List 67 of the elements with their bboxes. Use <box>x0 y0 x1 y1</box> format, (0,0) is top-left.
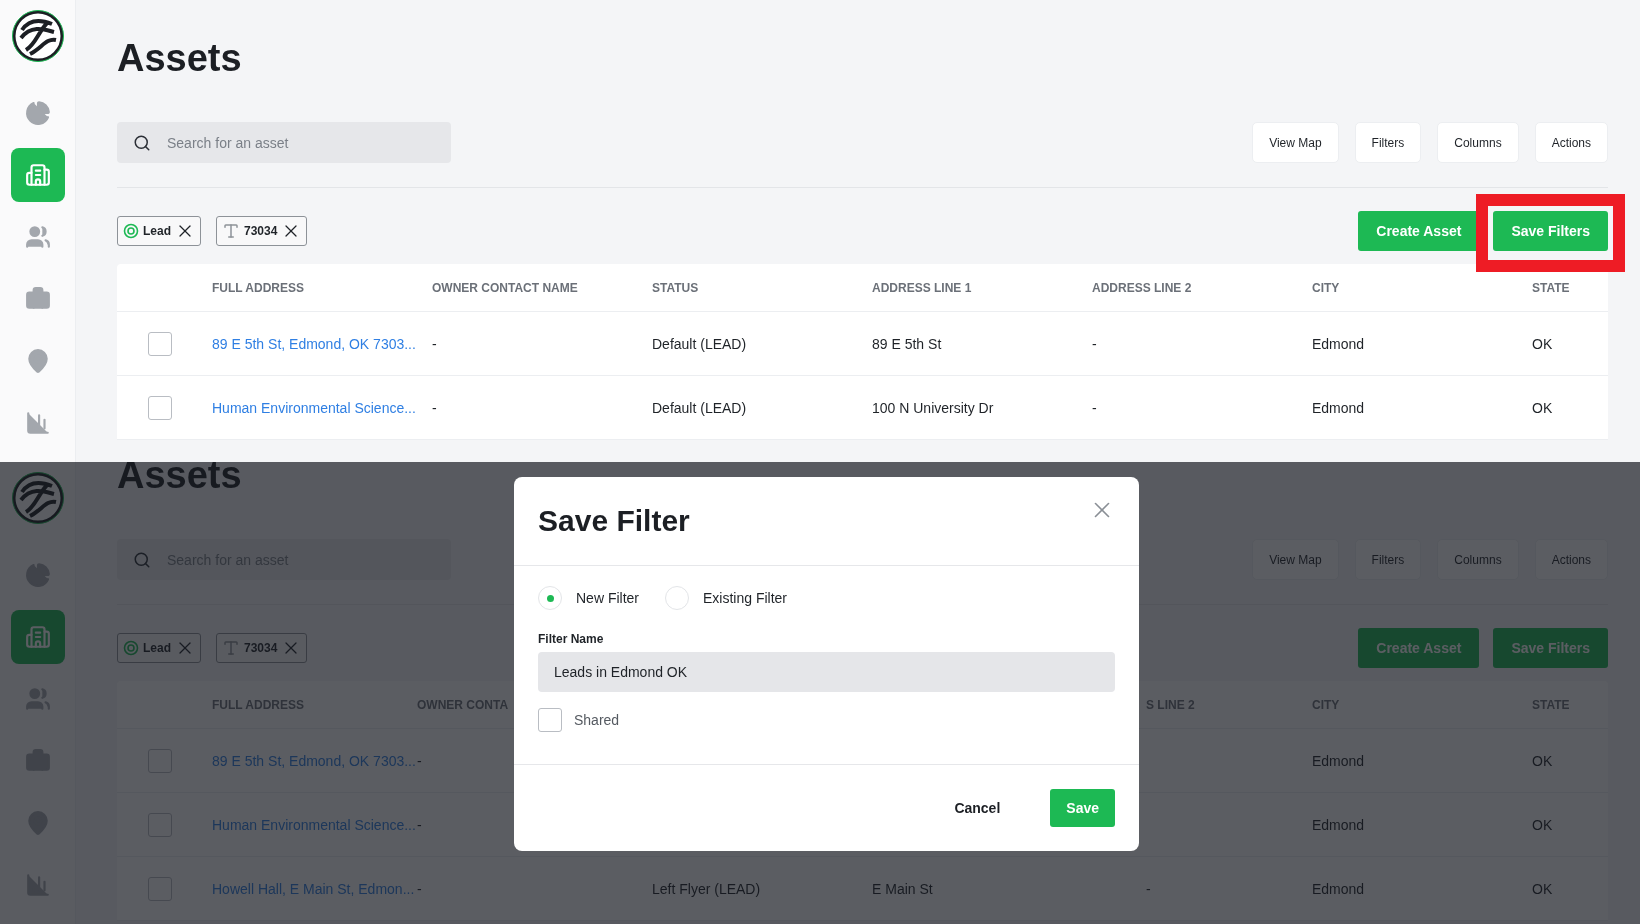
table-cell: Edmond <box>1312 335 1365 352</box>
table-cell: Default (LEAD) <box>652 335 747 352</box>
toolbar-button[interactable]: View Map <box>1252 122 1339 163</box>
address-link[interactable]: 89 E 5th St, Edmond, OK 7303... <box>212 335 416 352</box>
filter-name-input[interactable]: Leads in Edmond OK <box>538 652 1115 692</box>
table-cell: Edmond <box>1312 880 1365 897</box>
logo-icon <box>11 10 64 62</box>
target-icon <box>123 223 139 239</box>
search-icon <box>133 133 151 152</box>
table-cell: E Main St <box>872 880 933 897</box>
radio-label: New Filter <box>576 590 639 606</box>
row-checkbox[interactable] <box>147 331 172 356</box>
address-link[interactable]: Human Environmental Science... <box>212 399 416 416</box>
chip-label: Lead <box>143 641 171 655</box>
column-header: STATE <box>1532 280 1570 295</box>
action-button[interactable]: Save Filters <box>1493 211 1608 251</box>
search-field[interactable]: Search for an asset <box>117 122 451 163</box>
chip-label: Lead <box>143 224 171 238</box>
cancel-button[interactable]: Cancel <box>938 789 1017 827</box>
row-checkbox[interactable] <box>147 395 172 420</box>
column-header: OWNER CONTACT NAME <box>432 280 578 295</box>
toolbar-button[interactable]: Columns <box>1437 122 1519 163</box>
field-label: Filter Name <box>538 632 604 646</box>
table-cell: - <box>417 880 422 897</box>
table-cell: - <box>1092 335 1097 352</box>
page-title: Assets <box>117 462 242 498</box>
dialog-title: Save Filter <box>538 504 690 538</box>
briefcase-icon <box>24 286 51 312</box>
column-header: CITY <box>1312 280 1340 295</box>
toolbar-button[interactable]: Filters <box>1354 122 1422 163</box>
chip-label: 73034 <box>244 224 278 238</box>
table-cell: - <box>432 399 437 416</box>
table-cell: OK <box>1532 399 1553 416</box>
save-button[interactable]: Save <box>1050 789 1115 827</box>
table-cell: - <box>432 335 437 352</box>
column-header: ADDRESS LINE 2 <box>1092 280 1192 295</box>
table-cell: OK <box>1532 880 1553 897</box>
text-type-icon <box>222 222 240 240</box>
checkbox-label: Shared <box>574 712 620 728</box>
table-cell: - <box>1146 880 1151 897</box>
bar-chart-icon <box>24 410 51 436</box>
table-cell: Default (LEAD) <box>652 399 747 416</box>
people-icon <box>24 224 51 250</box>
table-cell: 100 N University Dr <box>872 399 994 416</box>
table-cell: - <box>1092 399 1097 416</box>
table-cell: - <box>417 752 422 769</box>
table-cell: Edmond <box>1312 399 1365 416</box>
radio-label: Existing Filter <box>703 590 788 606</box>
search-input[interactable]: Search for an asset <box>165 133 435 152</box>
column-header: FULL ADDRESS <box>212 280 304 295</box>
sidebar-item[interactable] <box>10 148 65 202</box>
chip-label: 73034 <box>244 641 278 655</box>
column-header: ADDRESS LINE 1 <box>872 280 972 295</box>
table-cell: Edmond <box>1312 752 1365 769</box>
building-icon <box>24 162 51 188</box>
table-cell: Edmond <box>1312 816 1365 833</box>
pie-chart-icon <box>24 100 51 126</box>
table-cell: Left Flyer (LEAD) <box>652 880 761 897</box>
table-cell: OK <box>1532 816 1553 833</box>
table-cell: OK <box>1532 752 1553 769</box>
table-cell: - <box>417 816 422 833</box>
shared-checkbox[interactable] <box>538 708 562 732</box>
page-title: Assets <box>117 36 242 81</box>
table-cell: OK <box>1532 335 1553 352</box>
table-cell: 89 E 5th St <box>872 335 942 352</box>
toolbar-button[interactable]: Actions <box>1534 122 1608 163</box>
column-header: STATUS <box>652 280 699 295</box>
